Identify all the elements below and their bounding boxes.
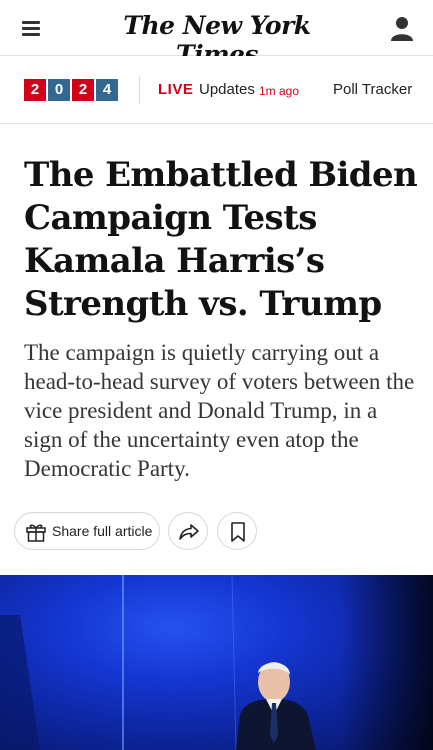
gift-icon — [25, 521, 47, 548]
year-digit: 4 — [96, 79, 118, 101]
user-account-icon[interactable] — [388, 14, 416, 42]
share-arrow-icon — [179, 524, 199, 540]
year-digit: 2 — [72, 79, 94, 101]
bookmark-icon — [231, 522, 245, 542]
article-headline: The Embattled Biden Campaign Tests Kamal… — [24, 155, 418, 324]
poll-tracker-link[interactable]: Poll Tracker — [333, 81, 412, 98]
site-header: The New York Times — [0, 0, 433, 69]
updated-ago-timestamp: 1m ago — [259, 84, 300, 98]
article-summary: The campaign is quietly carrying out a h… — [24, 340, 415, 481]
live-label[interactable]: LIVE — [158, 81, 193, 98]
hamburger-menu-icon[interactable] — [22, 18, 44, 36]
election-2024-badge[interactable]: 2 0 2 4 — [24, 79, 118, 101]
live-updates-link[interactable]: Updates — [199, 81, 255, 98]
share-full-article-button[interactable]: Share full article — [14, 512, 160, 550]
bar-divider — [139, 76, 140, 104]
article-hero-photo — [0, 575, 433, 750]
year-digit: 2 — [24, 79, 46, 101]
share-full-article-label: Share full article — [52, 523, 153, 539]
share-button[interactable] — [168, 512, 208, 550]
year-digit: 0 — [48, 79, 70, 101]
save-button[interactable] — [217, 512, 257, 550]
